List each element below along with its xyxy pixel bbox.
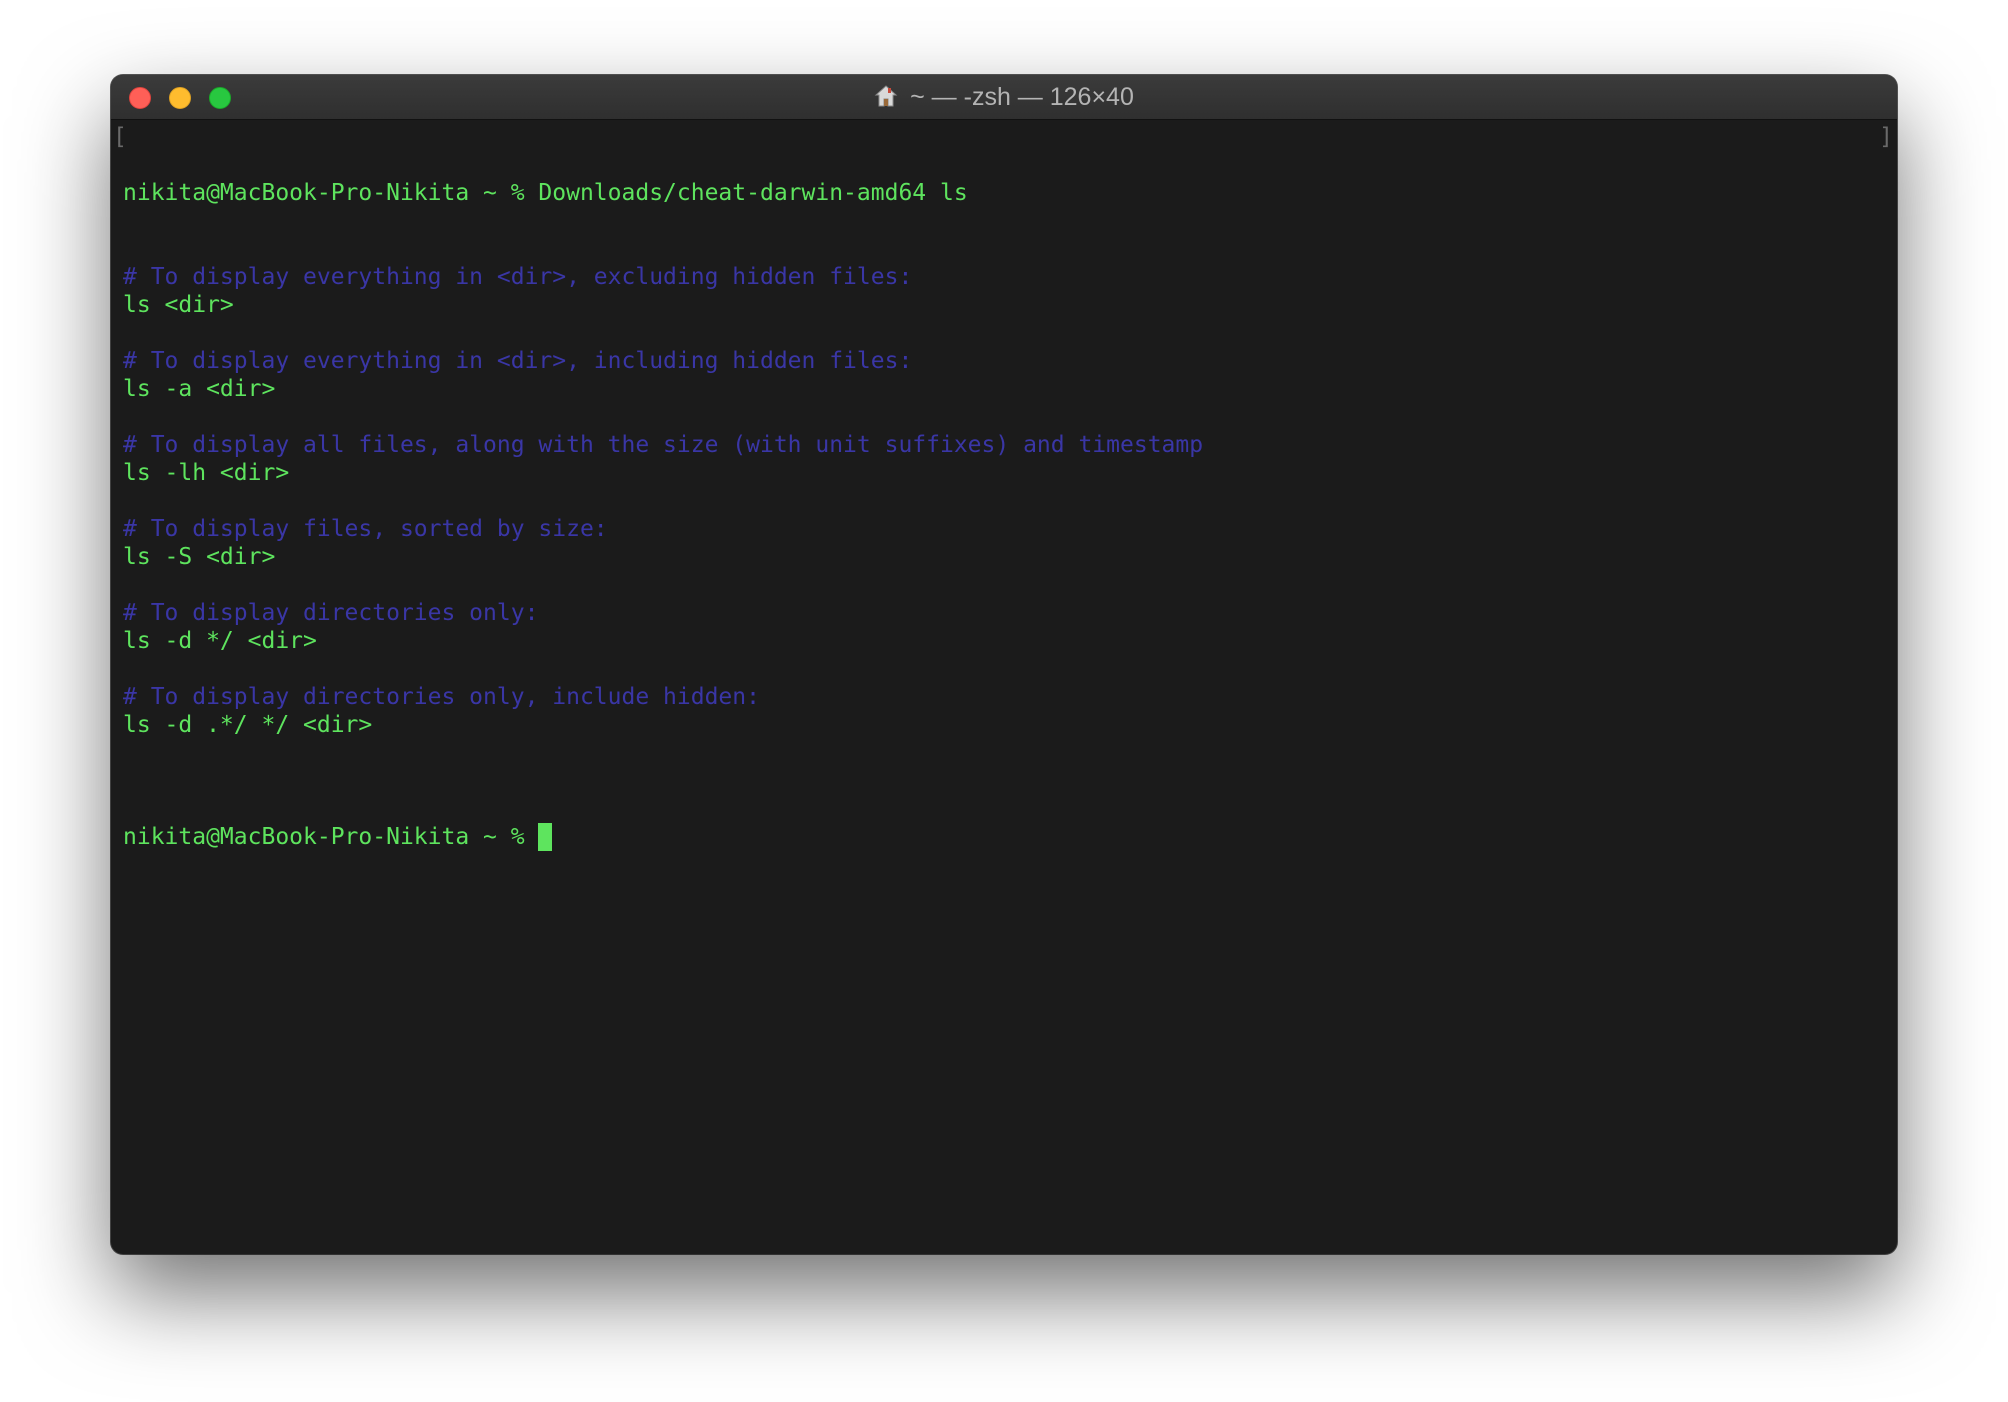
output-line: ls -a <dir> bbox=[123, 376, 276, 402]
output-line: ls <dir> bbox=[123, 292, 234, 318]
comment-line: # To display everything in <dir>, includ… bbox=[123, 348, 913, 374]
output-line: ls -d */ <dir> bbox=[123, 628, 317, 654]
comment-line: # To display all files, along with the s… bbox=[123, 432, 1204, 458]
terminal-window: ~ — -zsh — 126×40 [ ] nikita@MacBook-Pro… bbox=[111, 75, 1897, 1254]
output-line: ls -d .*/ */ <dir> bbox=[123, 712, 373, 738]
comment-line: # To display everything in <dir>, exclud… bbox=[123, 264, 913, 290]
comment-line: # To display files, sorted by size: bbox=[123, 516, 608, 542]
window-title-area: ~ — -zsh — 126×40 bbox=[111, 75, 1897, 119]
prompt: nikita@MacBook-Pro-Nikita ~ % bbox=[123, 180, 539, 206]
command-text: Downloads/cheat-darwin-amd64 ls bbox=[538, 180, 968, 206]
comment-line: # To display directories only, include h… bbox=[123, 684, 760, 710]
text-cursor bbox=[538, 823, 553, 851]
title-bar[interactable]: ~ — -zsh — 126×40 bbox=[111, 75, 1897, 120]
current-prompt-line[interactable]: nikita@MacBook-Pro-Nikita ~ % bbox=[123, 823, 1885, 851]
terminal-content[interactable]: nikita@MacBook-Pro-Nikita ~ % Downloads/… bbox=[123, 123, 1885, 1244]
output-line: ls -lh <dir> bbox=[123, 460, 290, 486]
output-line: ls -S <dir> bbox=[123, 544, 276, 570]
comment-line: # To display directories only: bbox=[123, 600, 539, 626]
output-lines: # To display everything in <dir>, exclud… bbox=[123, 263, 1885, 767]
home-icon bbox=[874, 85, 898, 107]
command-line: nikita@MacBook-Pro-Nikita ~ % Downloads/… bbox=[123, 179, 1885, 207]
window-title: ~ — -zsh — 126×40 bbox=[910, 82, 1134, 111]
current-prompt: nikita@MacBook-Pro-Nikita ~ % bbox=[123, 824, 539, 850]
